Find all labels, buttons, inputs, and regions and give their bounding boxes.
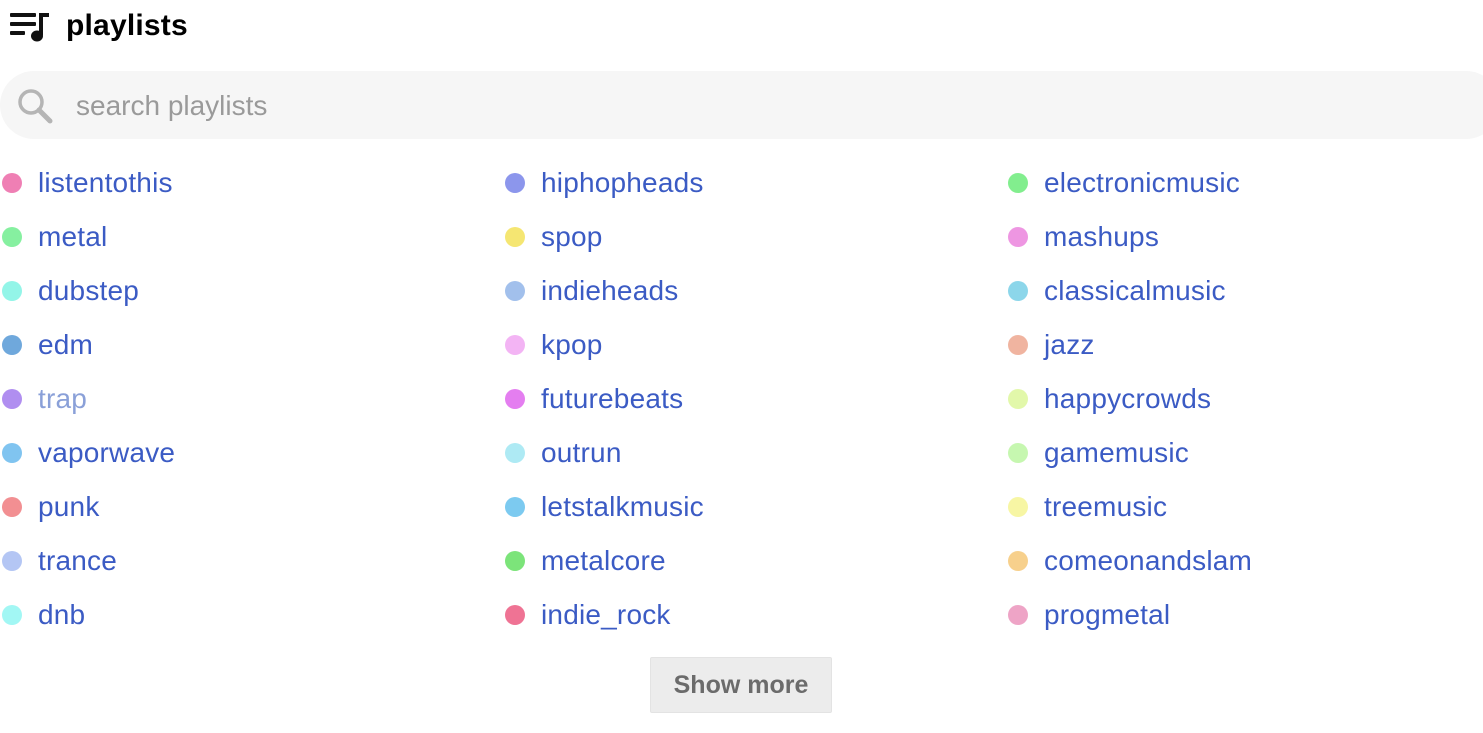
playlist-link[interactable]: dnb bbox=[0, 588, 480, 642]
playlist-link[interactable]: gamemusic bbox=[1006, 426, 1483, 480]
playlist-color-dot bbox=[1008, 551, 1028, 571]
playlist-link[interactable]: spop bbox=[503, 210, 983, 264]
search-icon bbox=[15, 86, 55, 126]
playlist-color-dot bbox=[2, 335, 22, 355]
playlist-label: electronicmusic bbox=[1044, 167, 1240, 198]
playlist-label: trap bbox=[38, 383, 88, 414]
playlist-link[interactable]: letstalkmusic bbox=[503, 480, 983, 534]
playlist-label: indieheads bbox=[541, 275, 679, 306]
playlist-color-dot bbox=[505, 443, 525, 463]
playlist-color-dot bbox=[505, 497, 525, 517]
playlist-color-dot bbox=[1008, 605, 1028, 625]
playlist-link[interactable]: jazz bbox=[1006, 318, 1483, 372]
playlist-color-dot bbox=[505, 227, 525, 247]
show-more-button[interactable]: Show more bbox=[650, 657, 832, 713]
playlist-column: hiphopheads spop indieheads kpop futurebeats… bbox=[503, 156, 983, 642]
page-title: playlists bbox=[66, 9, 188, 42]
playlist-link[interactable]: punk bbox=[0, 480, 480, 534]
playlist-link[interactable]: trance bbox=[0, 534, 480, 588]
playlist-color-dot bbox=[505, 605, 525, 625]
playlist-label: punk bbox=[38, 491, 100, 522]
playlist-color-dot bbox=[1008, 281, 1028, 301]
playlist-link[interactable]: classicalmusic bbox=[1006, 264, 1483, 318]
playlist-link[interactable]: dubstep bbox=[0, 264, 480, 318]
playlist-link[interactable]: listentothis bbox=[0, 156, 480, 210]
playlist-link[interactable]: kpop bbox=[503, 318, 983, 372]
playlist-link[interactable]: metal bbox=[0, 210, 480, 264]
playlist-label: trance bbox=[38, 545, 118, 576]
playlist-link[interactable]: metalcore bbox=[503, 534, 983, 588]
playlist-column: listentothis metal dubstep edm trap vaporwave… bbox=[0, 156, 480, 642]
playlist-label: hiphopheads bbox=[541, 167, 704, 198]
page-header: playlists bbox=[10, 8, 188, 44]
playlist-label: progmetal bbox=[1044, 599, 1171, 630]
playlist-link[interactable]: happycrowds bbox=[1006, 372, 1483, 426]
playlist-link[interactable]: outrun bbox=[503, 426, 983, 480]
playlist-label: listentothis bbox=[38, 167, 173, 198]
playlist-label: spop bbox=[541, 221, 603, 252]
playlist-link[interactable]: trap bbox=[0, 372, 480, 426]
playlist-color-dot bbox=[1008, 497, 1028, 517]
playlist-label: edm bbox=[38, 329, 94, 360]
playlist-label: jazz bbox=[1044, 329, 1095, 360]
playlist-label: comeonandslam bbox=[1044, 545, 1253, 576]
playlist-column: electronicmusic mashups classicalmusic jazz… bbox=[1006, 156, 1483, 642]
playlist-color-dot bbox=[505, 173, 525, 193]
playlist-link[interactable]: vaporwave bbox=[0, 426, 480, 480]
playlist-link[interactable]: edm bbox=[0, 318, 480, 372]
playlist-color-dot bbox=[2, 227, 22, 247]
playlist-color-dot bbox=[2, 605, 22, 625]
playlist-label: kpop bbox=[541, 329, 603, 360]
playlist-link[interactable]: futurebeats bbox=[503, 372, 983, 426]
playlist-label: happycrowds bbox=[1044, 383, 1212, 414]
playlist-color-dot bbox=[1008, 335, 1028, 355]
playlist-color-dot bbox=[505, 551, 525, 571]
playlist-label: metal bbox=[38, 221, 108, 252]
playlist-color-dot bbox=[2, 389, 22, 409]
playlist-link[interactable]: hiphopheads bbox=[503, 156, 983, 210]
playlist-link[interactable]: indieheads bbox=[503, 264, 983, 318]
playlist-label: metalcore bbox=[541, 545, 666, 576]
playlist-link[interactable]: comeonandslam bbox=[1006, 534, 1483, 588]
playlist-color-dot bbox=[505, 389, 525, 409]
search-bar[interactable] bbox=[0, 71, 1483, 139]
playlist-color-dot bbox=[1008, 443, 1028, 463]
playlist-link[interactable]: indie_rock bbox=[503, 588, 983, 642]
playlist-color-dot bbox=[1008, 389, 1028, 409]
playlist-color-dot bbox=[2, 443, 22, 463]
playlist-color-dot bbox=[2, 173, 22, 193]
playlist-label: indie_rock bbox=[541, 599, 671, 630]
playlist-color-dot bbox=[2, 551, 22, 571]
playlist-label: letstalkmusic bbox=[541, 491, 704, 522]
playlist-color-dot bbox=[1008, 173, 1028, 193]
playlist-label: mashups bbox=[1044, 221, 1160, 252]
playlist-link[interactable]: progmetal bbox=[1006, 588, 1483, 642]
playlist-label: treemusic bbox=[1044, 491, 1168, 522]
playlist-label: dnb bbox=[38, 599, 86, 630]
playlist-link[interactable]: treemusic bbox=[1006, 480, 1483, 534]
playlist-label: vaporwave bbox=[38, 437, 176, 468]
playlist-color-dot bbox=[2, 281, 22, 301]
playlist-label: dubstep bbox=[38, 275, 140, 306]
playlist-link[interactable]: mashups bbox=[1006, 210, 1483, 264]
playlist-icon bbox=[10, 9, 50, 43]
playlist-label: outrun bbox=[541, 437, 622, 468]
playlist-label: gamemusic bbox=[1044, 437, 1189, 468]
playlist-color-dot bbox=[2, 497, 22, 517]
playlist-link[interactable]: electronicmusic bbox=[1006, 156, 1483, 210]
search-input[interactable] bbox=[76, 87, 1276, 125]
playlist-label: futurebeats bbox=[541, 383, 684, 414]
playlist-label: classicalmusic bbox=[1044, 275, 1226, 306]
playlist-color-dot bbox=[505, 335, 525, 355]
playlist-color-dot bbox=[1008, 227, 1028, 247]
playlist-color-dot bbox=[505, 281, 525, 301]
